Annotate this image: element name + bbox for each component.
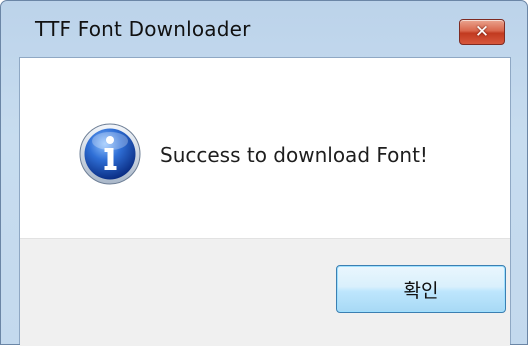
button-bar: 확인 <box>20 238 510 346</box>
dialog-content: Success to download Font! 확인 <box>19 57 511 346</box>
close-icon: ✕ <box>474 22 490 42</box>
title-bar[interactable]: TTF Font Downloader ✕ <box>1 1 527 57</box>
close-button[interactable]: ✕ <box>459 19 505 45</box>
dialog-window: TTF Font Downloader ✕ Success to downloa… <box>0 0 528 346</box>
message-area: Success to download Font! <box>20 58 510 238</box>
ok-button-label: 확인 <box>403 279 439 302</box>
message-text: Success to download Font! <box>160 143 428 167</box>
window-title: TTF Font Downloader <box>35 17 251 41</box>
information-icon <box>79 123 141 185</box>
ok-button[interactable]: 확인 <box>336 265 506 313</box>
